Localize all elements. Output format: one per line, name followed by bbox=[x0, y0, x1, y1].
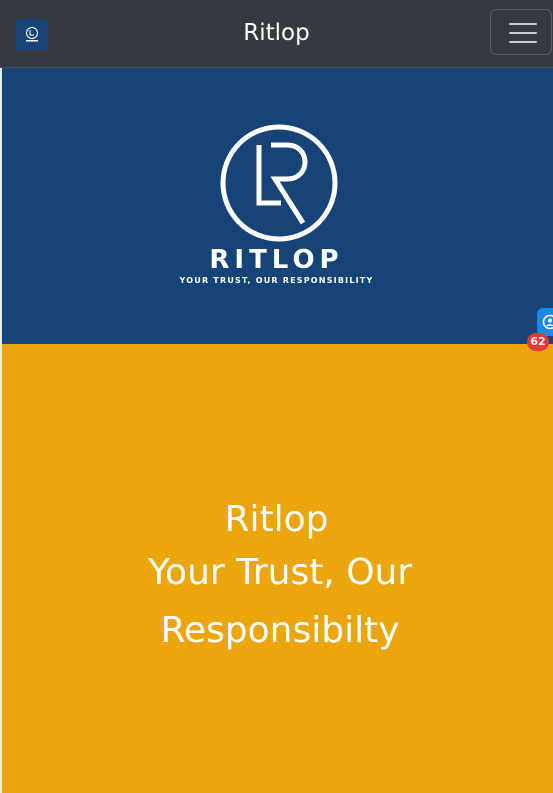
logo-banner-extension bbox=[417, 68, 553, 344]
hero-subtitle: Your Trust, Our Responsibilty bbox=[147, 552, 413, 651]
ritlop-lr-monogram-icon bbox=[220, 124, 338, 242]
hamburger-bar bbox=[509, 32, 537, 34]
notification-badge: 62 bbox=[527, 333, 549, 351]
navbar-brand-title[interactable]: Ritlop bbox=[0, 17, 553, 49]
hamburger-bar bbox=[509, 41, 537, 43]
chat-support-icon bbox=[542, 314, 553, 330]
chat-support-button[interactable] bbox=[537, 308, 553, 336]
logo-banner bbox=[2, 68, 417, 344]
hero-title: Ritlop bbox=[224, 499, 329, 540]
hamburger-menu-icon bbox=[509, 23, 537, 25]
banner-tagline: YOUR TRUST, OUR RESPONSIBILITY bbox=[179, 276, 374, 285]
banner-brand-word: RITLOP bbox=[209, 245, 344, 275]
top-navbar: Ritlop bbox=[0, 0, 553, 68]
navbar-toggle-button[interactable] bbox=[490, 9, 552, 55]
